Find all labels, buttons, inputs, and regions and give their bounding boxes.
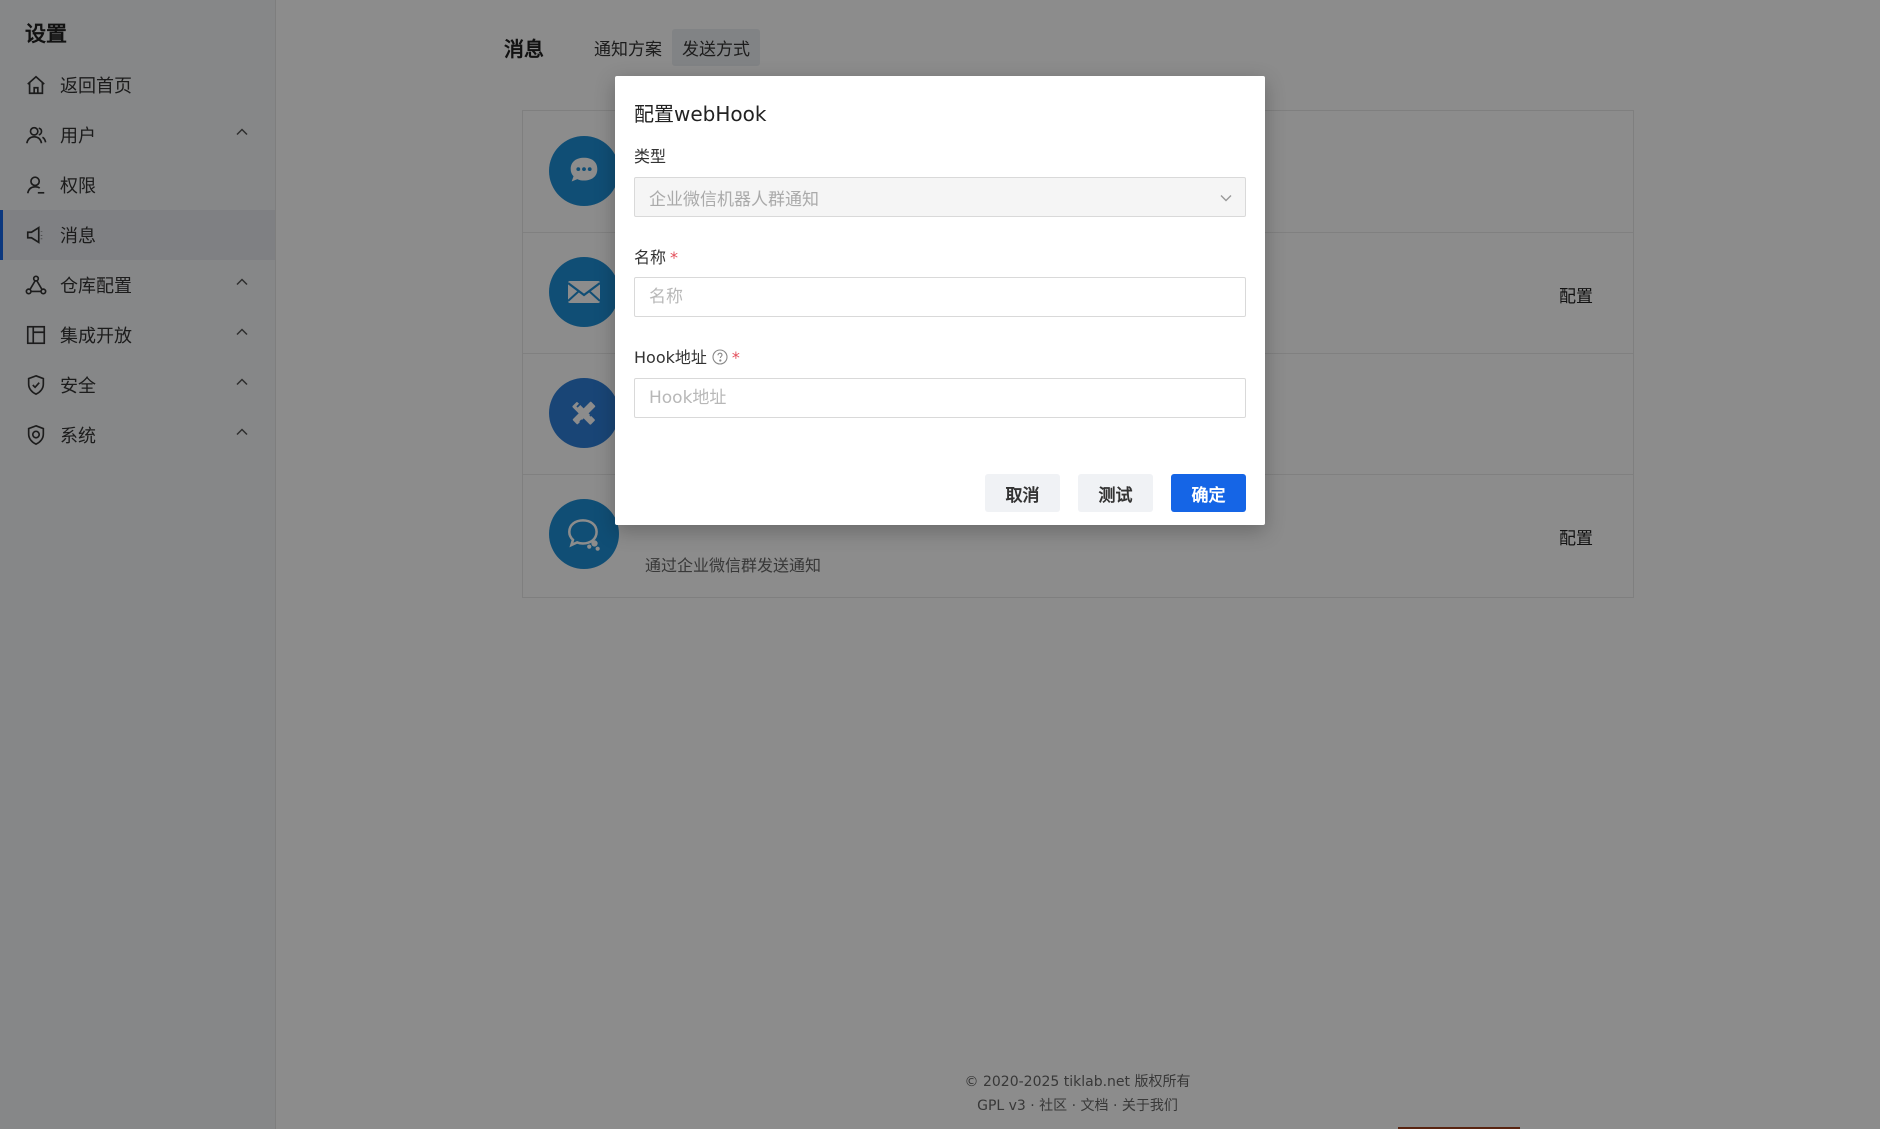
hook-label-text: Hook地址: [634, 348, 707, 367]
type-label: 类型: [634, 143, 666, 167]
confirm-button[interactable]: 确定: [1171, 474, 1246, 512]
cancel-button[interactable]: 取消: [985, 474, 1060, 512]
name-label: 名称 *: [634, 244, 678, 268]
type-label-text: 类型: [634, 147, 667, 166]
help-icon[interactable]: [712, 349, 728, 365]
type-select-value: 企业微信机器人群通知: [649, 189, 819, 210]
type-select[interactable]: 企业微信机器人群通知: [634, 177, 1246, 217]
hook-url-input[interactable]: [634, 378, 1246, 418]
dialog-title: 配置webHook: [634, 102, 767, 126]
name-label-text: 名称: [634, 248, 667, 267]
required-mark: *: [731, 348, 740, 367]
chevron-down-icon: [1220, 195, 1232, 202]
webhook-config-dialog: 配置webHook 类型 企业微信机器人群通知 名称* Hook地址* 取消 测…: [615, 76, 1265, 525]
test-button[interactable]: 测试: [1078, 474, 1153, 512]
name-input[interactable]: [634, 277, 1246, 317]
required-mark: *: [670, 248, 679, 267]
hook-label: Hook地址 *: [634, 344, 740, 368]
